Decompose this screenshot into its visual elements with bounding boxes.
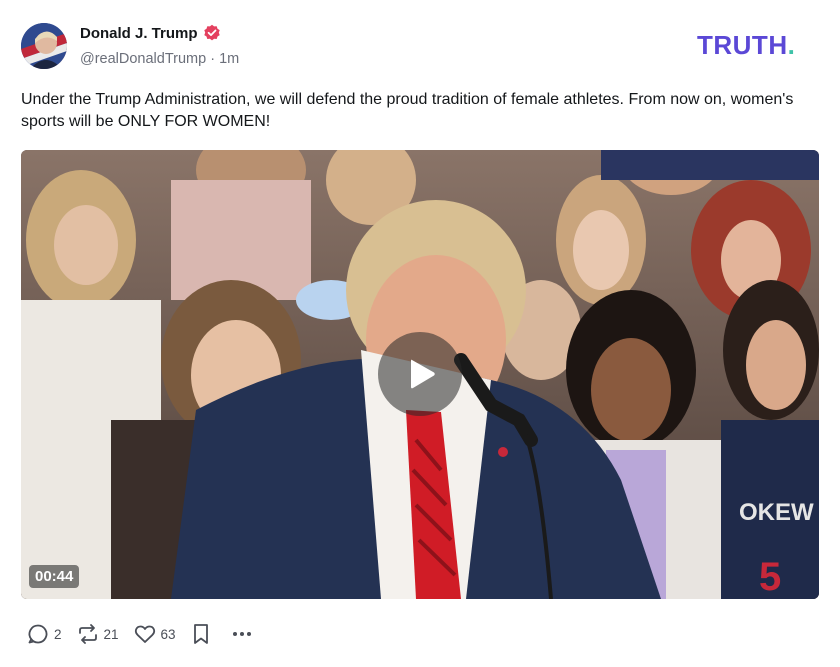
retruth-icon [78, 624, 97, 644]
post-actions: 2 21 63 [26, 621, 272, 647]
verified-badge-icon [204, 24, 220, 41]
more-options-button[interactable] [230, 622, 254, 646]
bookmark-button[interactable] [190, 622, 212, 646]
video-player[interactable]: OKEW 5 00:44 [21, 150, 819, 599]
jersey-text: OKEW [739, 499, 814, 526]
like-count: 63 [160, 626, 176, 642]
retruth-count: 21 [103, 626, 119, 642]
retruth-button[interactable]: 21 [76, 622, 119, 646]
video-duration: 00:44 [29, 565, 80, 588]
brand-logo-text: TRUTH [697, 30, 788, 60]
reply-icon [28, 624, 48, 644]
like-button[interactable]: 63 [133, 622, 176, 646]
author-meta: @realDonaldTrump · 1m [80, 51, 239, 67]
more-icon [232, 632, 251, 636]
brand-logo-dot: . [787, 30, 796, 60]
meta-separator: · [206, 51, 220, 67]
post-time[interactable]: 1m [219, 51, 239, 67]
reply-button[interactable]: 2 [26, 622, 62, 646]
post-header: Donald J. Trump @realDonaldTrump · 1m TR… [21, 22, 821, 72]
author-handle[interactable]: @realDonaldTrump [80, 51, 206, 67]
play-button[interactable] [378, 332, 462, 416]
like-icon [134, 625, 155, 643]
reply-count: 2 [54, 626, 62, 642]
truth-social-logo[interactable]: TRUTH. [697, 30, 795, 61]
post-text: Under the Trump Administration, we will … [21, 91, 794, 130]
avatar[interactable] [21, 23, 67, 69]
jersey-number: 5 [759, 555, 781, 599]
bookmark-icon [193, 624, 208, 644]
author-name[interactable]: Donald J. Trump [80, 25, 198, 42]
play-icon [411, 359, 435, 389]
